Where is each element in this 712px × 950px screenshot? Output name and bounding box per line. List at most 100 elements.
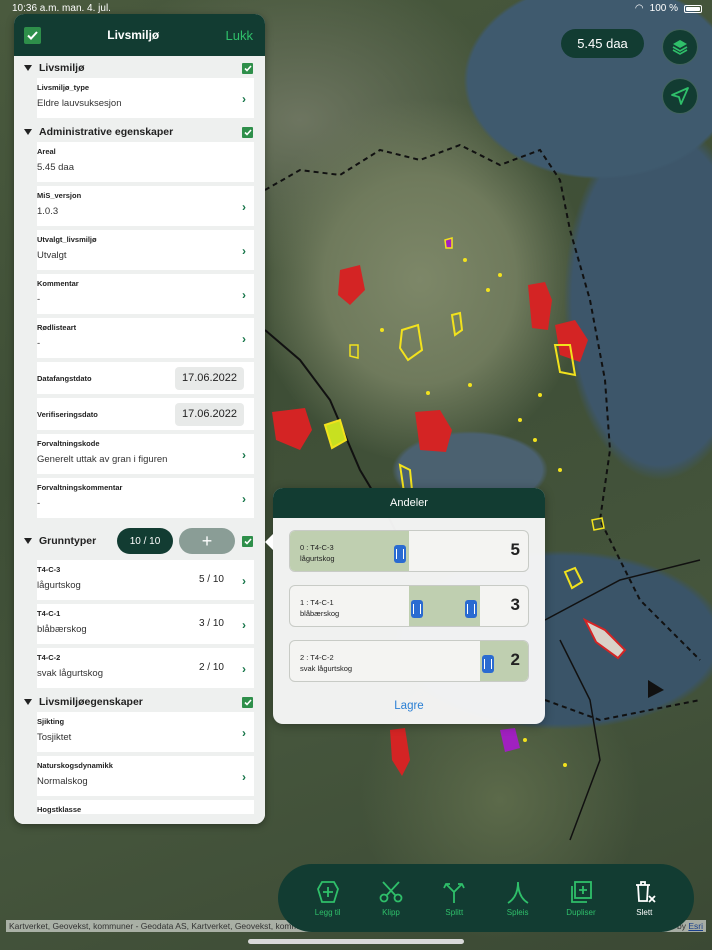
locate-button[interactable] — [662, 78, 698, 114]
splice-icon — [507, 881, 529, 904]
chevron-right-icon: › — [242, 200, 246, 214]
andeler-row-value: 3 — [510, 595, 520, 614]
andeler-title: Andeler — [273, 488, 545, 518]
field-kommentar[interactable]: Kommentar - › — [37, 274, 254, 314]
panel-scroll-area[interactable]: Livsmiljø Livsmiljø_type Eldre lauvsukse… — [14, 56, 265, 824]
delete-button[interactable]: Slett — [618, 879, 670, 917]
panel-header: Livsmiljø Lukk — [14, 14, 265, 56]
chevron-right-icon: › — [242, 332, 246, 346]
field-label: Verifiseringsdato — [37, 409, 98, 419]
section-livsmiljo[interactable]: Livsmiljø — [14, 58, 265, 78]
field-forvaltningskode[interactable]: Forvaltningskode Generelt uttak av gran … — [37, 434, 254, 474]
home-indicator[interactable] — [248, 939, 464, 944]
disclosure-triangle-icon — [24, 538, 32, 544]
select-all-checkbox[interactable] — [24, 26, 41, 44]
edit-toolbar: Legg til Klipp Splitt Spleis Dupliser Sl… — [278, 864, 694, 932]
delete-label: Slett — [636, 908, 653, 917]
section-livsmiljo-checkbox[interactable] — [242, 62, 253, 74]
split-icon — [443, 883, 466, 903]
slider-knob-icon[interactable] — [394, 545, 406, 563]
grunntype-code: T4-C-2 — [37, 653, 61, 662]
status-time: 10:36 a.m. — [12, 3, 60, 14]
field-label: MiS_versjon — [37, 191, 82, 200]
field-hogstklasse[interactable]: Hogstklasse — [37, 800, 254, 814]
andeler-row-value: 2 — [510, 650, 520, 669]
field-value: 1.0.3 — [37, 206, 59, 217]
attribute-panel: Livsmiljø Lukk Livsmiljø Livsmiljø_type … — [14, 14, 265, 824]
field-sjikting[interactable]: Sjikting Tosjiktet › — [37, 712, 254, 752]
slider-knob-icon[interactable] — [465, 600, 478, 618]
field-forvaltningskommentar[interactable]: Forvaltningskommentar - › — [37, 478, 254, 518]
checkbox-checked-icon — [243, 698, 252, 706]
cut-button[interactable]: Klipp — [365, 879, 417, 917]
chevron-right-icon: › — [242, 574, 246, 588]
field-datafangstdato: Datafangstdato 17.06.2022 — [37, 362, 254, 394]
andeler-slider-row[interactable]: 0 : T4-C-3 lågurtskog 5 — [289, 530, 529, 572]
duplicate-icon — [571, 881, 592, 903]
field-mis-versjon[interactable]: MiS_versjon 1.0.3 › — [37, 186, 254, 226]
field-label: Kommentar — [37, 279, 79, 288]
andeler-slider-row[interactable]: 2 : T4-C-2 svak lågurtskog 2 — [289, 640, 529, 682]
field-areal: Areal 5.45 daa — [37, 142, 254, 182]
close-button[interactable]: Lukk — [226, 28, 253, 43]
status-bar-left: 10:36 a.m. man. 4. jul. — [12, 3, 111, 14]
battery-percentage: 100 % — [649, 3, 678, 14]
field-utvalgt[interactable]: Utvalgt_livsmiljø Utvalgt › — [37, 230, 254, 270]
section-egenskaper[interactable]: Livsmiljøegenskaper — [14, 692, 265, 712]
section-egenskaper-checkbox[interactable] — [242, 696, 253, 708]
layers-button[interactable] — [662, 29, 698, 65]
field-label: Areal — [37, 147, 56, 156]
grunntype-row[interactable]: T4-C-1 blåbærskog 3 / 10 › — [37, 604, 254, 644]
save-button[interactable]: Lagre — [273, 700, 545, 712]
section-grunntyper-checkbox[interactable] — [242, 535, 253, 547]
wifi-icon: ◠ — [634, 3, 644, 14]
field-value: Eldre lauvsuksesjon — [37, 98, 122, 109]
field-value: Generelt uttak av gran i figuren — [37, 454, 168, 465]
splice-label: Spleis — [506, 908, 529, 917]
section-livsmiljo-label: Livsmiljø — [39, 62, 85, 74]
andeler-popover: Andeler 0 : T4-C-3 lågurtskog 5 1 : T4-C… — [265, 488, 545, 724]
slider-knob-icon[interactable] — [482, 655, 495, 673]
add-grunntype-button[interactable]: + — [179, 528, 235, 554]
status-day: man. 4. jul. — [62, 3, 111, 14]
duplicate-button[interactable]: Dupliser — [555, 879, 607, 917]
grunntype-fraction: 3 / 10 — [198, 618, 224, 629]
section-grunntyper[interactable]: Grunntyper 10 / 10 + — [14, 522, 265, 560]
verifiseringsdato-picker[interactable]: 17.06.2022 — [175, 402, 244, 426]
layers-icon — [672, 40, 688, 55]
esri-link[interactable]: Esri — [688, 921, 703, 931]
andeler-row-code: 1 : T4-C-1 — [300, 598, 334, 607]
grunntype-fraction: 2 / 10 — [198, 662, 224, 673]
section-admin-label: Administrative egenskaper — [39, 126, 174, 138]
section-admin-checkbox[interactable] — [242, 126, 253, 138]
andeler-row-code: 2 : T4-C-2 — [300, 653, 334, 662]
field-value: Tosjiktet — [37, 732, 72, 743]
chevron-right-icon: › — [242, 726, 246, 740]
add-button[interactable]: Legg til — [302, 879, 354, 917]
grunntyper-count-button[interactable]: 10 / 10 — [117, 528, 173, 554]
section-egenskaper-label: Livsmiljøegenskaper — [39, 696, 143, 708]
grunntype-row[interactable]: T4-C-2 svak lågurtskog 2 / 10 › — [37, 648, 254, 688]
andeler-slider-row[interactable]: 1 : T4-C-1 blåbærskog 3 — [289, 585, 529, 627]
split-button[interactable]: Splitt — [428, 879, 480, 917]
checkbox-checked-icon — [243, 64, 252, 72]
datafangstdato-picker[interactable]: 17.06.2022 — [175, 366, 244, 390]
duplicate-label: Dupliser — [566, 908, 596, 917]
scissors-icon — [379, 881, 403, 903]
chevron-right-icon: › — [242, 662, 246, 676]
grunntype-row[interactable]: T4-C-3 lågurtskog 5 / 10 › — [37, 560, 254, 600]
field-livsmiljo-type[interactable]: Livsmiljø_type Eldre lauvsuksesjon › — [37, 78, 254, 118]
slider-knob-icon[interactable] — [411, 600, 423, 618]
field-label: Naturskogsdynamikk — [37, 761, 113, 770]
andeler-row-code: 0 : T4-C-3 — [300, 543, 334, 552]
field-naturskogsdynamikk[interactable]: Naturskogsdynamikk Normalskog › — [37, 756, 254, 796]
splice-button[interactable]: Spleis — [492, 879, 544, 917]
chevron-right-icon: › — [242, 770, 246, 784]
section-admin[interactable]: Administrative egenskaper — [14, 122, 265, 142]
andeler-row-text: 1 : T4-C-1 blåbærskog — [300, 597, 339, 619]
chevron-right-icon: › — [242, 618, 246, 632]
field-rodlisteart[interactable]: Rødlisteart - › — [37, 318, 254, 358]
field-value: Utvalgt — [37, 250, 67, 261]
andeler-row-name: blåbærskog — [300, 609, 340, 618]
field-label: Sjikting — [37, 717, 65, 726]
